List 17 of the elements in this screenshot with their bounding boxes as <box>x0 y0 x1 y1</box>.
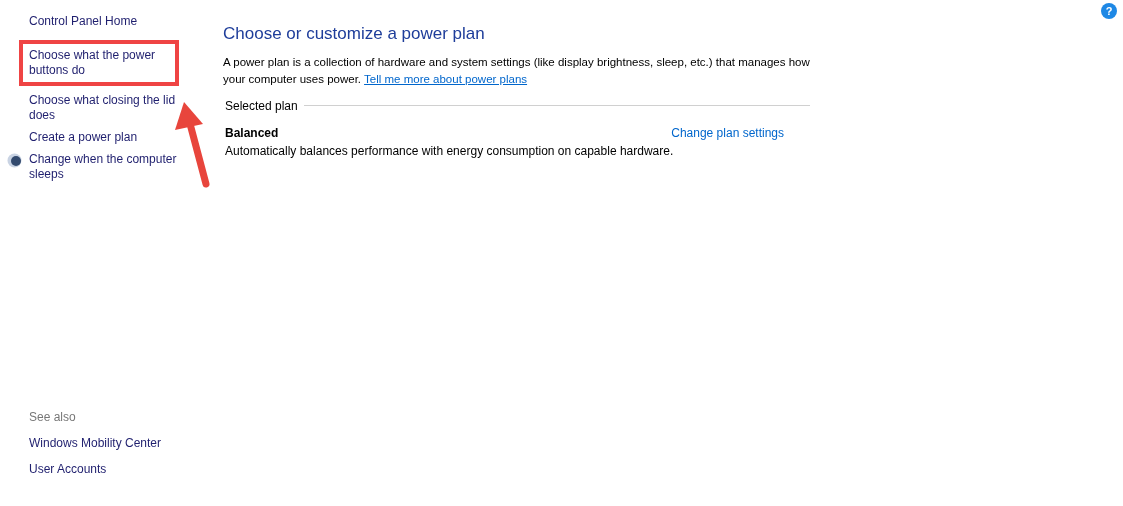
section-heading: Selected plan <box>225 97 298 115</box>
sidebar-link[interactable]: Create a power plan <box>29 130 181 145</box>
help-button[interactable]: ? <box>1101 3 1117 19</box>
sidebar-link[interactable]: User Accounts <box>29 460 210 478</box>
description-text: A power plan is a collection of hardware and system settings (like display brightness, sleep, etc.) that manages how your computer uses power. Tell me more about power plans <box>223 54 811 87</box>
sidebar-link[interactable]: Choose what the power buttons do <box>29 48 175 78</box>
sidebar-link[interactable]: Change when the computer sleeps <box>29 152 181 182</box>
sidebar-link[interactable]: Control Panel Home <box>29 14 181 29</box>
plan-description: Automatically balances performance with energy consumption on capable hardware. <box>224 142 675 160</box>
page-title: Choose or customize a power plan <box>223 23 486 45</box>
plan-name: Balanced <box>225 124 279 142</box>
help-link[interactable]: Tell me more about power plans <box>364 72 528 85</box>
sidebar-link[interactable]: Choose what closing the lid does <box>29 93 181 123</box>
sidebar-link[interactable]: Windows Mobility Center <box>29 434 210 452</box>
moon-icon <box>7 153 22 168</box>
settings-link[interactable]: Change plan settings <box>671 123 784 142</box>
section-label: See also <box>29 409 77 426</box>
